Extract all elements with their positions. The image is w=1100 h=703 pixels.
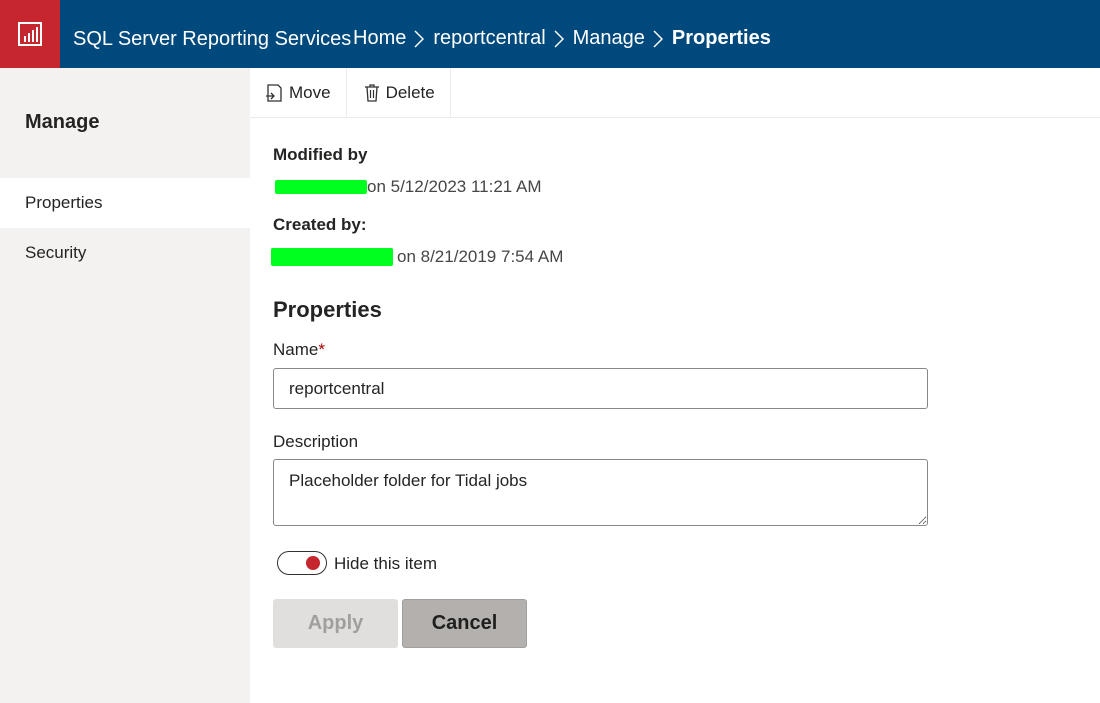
required-marker: * [318,340,325,359]
sidebar: Manage Properties Security [0,68,250,703]
created-by-label: Created by: [273,215,367,234]
description-label: Description [273,432,359,451]
properties-heading: Properties [273,297,382,322]
breadcrumb: Home reportcentral Manage Properties [353,27,771,50]
chevron-right-icon [653,29,663,48]
ssrs-logo[interactable] [0,0,60,68]
breadcrumb-home[interactable]: Home [353,27,406,50]
top-bar: SQL Server Reporting Services Home repor… [0,0,1100,68]
sidebar-item-label: Properties [25,193,103,212]
move-icon [266,83,282,102]
delete-label: Delete [385,82,435,102]
redacted-user [271,248,393,266]
name-input[interactable] [273,368,928,409]
sidebar-item-label: Security [25,243,87,262]
trash-icon [364,83,379,102]
move-button[interactable]: Move [250,68,347,117]
chevron-right-icon [414,29,425,48]
breadcrumb-current: Properties [671,27,771,49]
chevron-right-icon [554,29,564,48]
breadcrumb-folder[interactable]: reportcentral [433,27,545,50]
description-textarea[interactable]: Placeholder folder for Tidal jobs [273,459,928,526]
redacted-user [275,180,367,194]
hide-item-label[interactable]: Hide this item [334,554,437,574]
delete-button[interactable]: Delete [347,68,451,117]
report-chart-icon [18,22,42,46]
sidebar-item-properties[interactable]: Properties [0,178,250,228]
apply-button[interactable]: Apply [273,599,398,648]
created-date: on 8/21/2019 7:54 AM [397,247,564,266]
name-label-text: Name [273,340,319,359]
created-by-line: on 8/21/2019 7:54 AM [271,247,563,267]
modified-by-label: Modified by [273,145,368,164]
cancel-button[interactable]: Cancel [402,599,527,648]
toolbar: Move Delete [250,68,1100,118]
hide-item-toggle[interactable] [277,551,327,575]
toggle-knob [306,556,320,570]
move-label: Move [289,82,331,102]
name-field-label: Name* [273,340,325,360]
modified-by-line: on 5/12/2023 11:21 AM [275,177,542,197]
modified-date: on 5/12/2023 11:21 AM [367,177,542,196]
breadcrumb-manage[interactable]: Manage [573,27,645,50]
app-title[interactable]: SQL Server Reporting Services [73,28,351,51]
sidebar-item-security[interactable]: Security [0,228,250,278]
sidebar-title: Manage [25,111,100,133]
